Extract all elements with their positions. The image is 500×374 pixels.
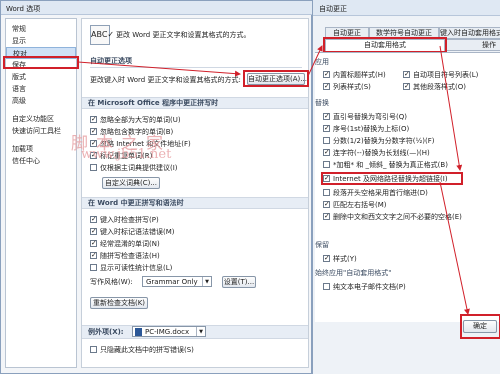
arrow-to-autocorrect-button [77, 61, 241, 77]
annotation-arrows [77, 45, 470, 315]
arrow-to-ok-button [439, 181, 470, 315]
arrow-to-autoformat-tab [307, 45, 323, 77]
arrow-to-hyperlink-option [439, 45, 463, 171]
